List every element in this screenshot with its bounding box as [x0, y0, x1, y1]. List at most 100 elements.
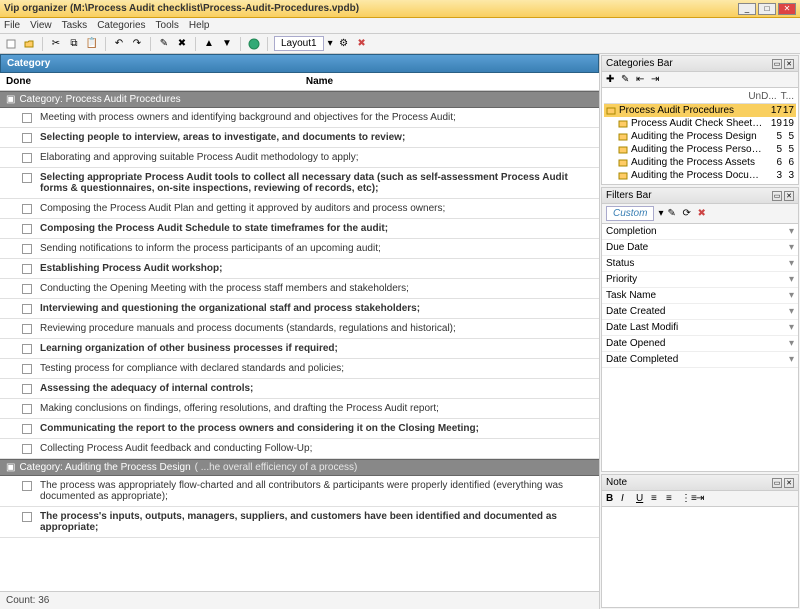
- task-checkbox[interactable]: [22, 244, 32, 254]
- task-row[interactable]: Interviewing and questioning the organiz…: [0, 299, 599, 319]
- task-row[interactable]: The process was appropriately flow-chart…: [0, 476, 599, 507]
- filter-item[interactable]: Priority▾: [602, 272, 798, 288]
- task-checkbox[interactable]: [22, 304, 32, 314]
- filter-delete-icon[interactable]: ✖: [697, 208, 708, 219]
- task-checkbox[interactable]: [22, 444, 32, 454]
- delete-icon[interactable]: ✖: [175, 37, 189, 51]
- task-row[interactable]: Selecting appropriate Process Audit tool…: [0, 168, 599, 199]
- align-center-icon[interactable]: ≡: [666, 493, 677, 504]
- filter-item[interactable]: Date Opened▾: [602, 336, 798, 352]
- task-row[interactable]: Elaborating and approving suitable Proce…: [0, 148, 599, 168]
- italic-icon[interactable]: I: [621, 493, 632, 504]
- chevron-down-icon[interactable]: ▾: [789, 322, 794, 333]
- category-header[interactable]: Category: [0, 54, 599, 73]
- task-list[interactable]: ▣ Category: Process Audit Procedures Mee…: [0, 91, 599, 591]
- task-row[interactable]: The process's inputs, outputs, managers,…: [0, 507, 599, 538]
- outdent-icon[interactable]: ⇤: [636, 74, 647, 85]
- task-checkbox[interactable]: [22, 173, 32, 183]
- bullets-icon[interactable]: ⋮≡: [681, 493, 692, 504]
- category-tree[interactable]: UnD... T... Process Audit Procedures1717…: [602, 88, 798, 184]
- copy-icon[interactable]: ⧉: [67, 37, 81, 51]
- task-row[interactable]: Collecting Process Audit feedback and co…: [0, 439, 599, 459]
- task-checkbox[interactable]: [22, 204, 32, 214]
- layout-dropdown[interactable]: Layout1: [274, 36, 324, 51]
- tree-item[interactable]: Auditing the Process Design55: [604, 130, 796, 143]
- close-icon[interactable]: ✕: [784, 478, 794, 488]
- open-icon[interactable]: [22, 37, 36, 51]
- menu-help[interactable]: Help: [189, 20, 210, 31]
- task-row[interactable]: Making conclusions on findings, offering…: [0, 399, 599, 419]
- task-checkbox[interactable]: [22, 324, 32, 334]
- new-cat-icon[interactable]: ✚: [606, 74, 617, 85]
- task-checkbox[interactable]: [22, 113, 32, 123]
- refresh-icon[interactable]: [247, 37, 261, 51]
- task-checkbox[interactable]: [22, 153, 32, 163]
- task-checkbox[interactable]: [22, 264, 32, 274]
- filter-item[interactable]: Completion▾: [602, 224, 798, 240]
- layout-chevron-icon[interactable]: ▾: [328, 38, 333, 49]
- task-row[interactable]: Establishing Process Audit workshop;: [0, 259, 599, 279]
- menu-view[interactable]: View: [30, 20, 52, 31]
- task-checkbox[interactable]: [22, 424, 32, 434]
- task-row[interactable]: Conducting the Opening Meeting with the …: [0, 279, 599, 299]
- task-row[interactable]: Composing the Process Audit Plan and get…: [0, 199, 599, 219]
- task-row[interactable]: Assessing the adequacy of internal contr…: [0, 379, 599, 399]
- minimize-button[interactable]: _: [738, 3, 756, 15]
- filter-item[interactable]: Status▾: [602, 256, 798, 272]
- task-row[interactable]: Composing the Process Audit Schedule to …: [0, 219, 599, 239]
- align-left-icon[interactable]: ≡: [651, 493, 662, 504]
- tree-item[interactable]: Auditing the Process Assets66: [604, 156, 796, 169]
- group-header-2[interactable]: ▣ Category: Auditing the Process Design …: [0, 459, 599, 476]
- close-button[interactable]: ✕: [778, 3, 796, 15]
- task-row[interactable]: Learning organization of other business …: [0, 339, 599, 359]
- col-done[interactable]: Done: [0, 76, 40, 87]
- tree-item[interactable]: Auditing the Process Documentation33: [604, 169, 796, 182]
- task-checkbox[interactable]: [22, 481, 32, 491]
- task-checkbox[interactable]: [22, 133, 32, 143]
- task-row[interactable]: Meeting with process owners and identify…: [0, 108, 599, 128]
- task-row[interactable]: Selecting people to interview, areas to …: [0, 128, 599, 148]
- filter-clear-icon[interactable]: ⟳: [682, 208, 693, 219]
- filter-item[interactable]: Task Name▾: [602, 288, 798, 304]
- dock-icon[interactable]: ▭: [772, 478, 782, 488]
- indent-icon[interactable]: ⇥: [696, 493, 707, 504]
- chevron-down-icon[interactable]: ▾: [789, 274, 794, 285]
- chevron-down-icon[interactable]: ▾: [789, 338, 794, 349]
- filter-item[interactable]: Due Date▾: [602, 240, 798, 256]
- cut-icon[interactable]: ✂: [49, 37, 63, 51]
- task-checkbox[interactable]: [22, 344, 32, 354]
- group-header-1[interactable]: ▣ Category: Process Audit Procedures: [0, 91, 599, 108]
- task-row[interactable]: Communicating the report to the process …: [0, 419, 599, 439]
- task-checkbox[interactable]: [22, 224, 32, 234]
- paste-icon[interactable]: 📋: [85, 37, 99, 51]
- menu-categories[interactable]: Categories: [97, 20, 145, 31]
- indent-icon[interactable]: ⇥: [651, 74, 662, 85]
- col-total[interactable]: T...: [781, 91, 794, 102]
- new-icon[interactable]: [4, 37, 18, 51]
- chevron-down-icon[interactable]: ▾: [789, 242, 794, 253]
- task-row[interactable]: Sending notifications to inform the proc…: [0, 239, 599, 259]
- dock-icon[interactable]: ▭: [772, 191, 782, 201]
- tree-item[interactable]: Process Audit Check Sheet (inspecting th…: [604, 117, 796, 130]
- chevron-down-icon[interactable]: ▾: [789, 306, 794, 317]
- gear-icon[interactable]: ⚙: [337, 37, 351, 51]
- task-row[interactable]: Reviewing procedure manuals and process …: [0, 319, 599, 339]
- col-undone[interactable]: UnD...: [748, 91, 776, 102]
- filter-tab-custom[interactable]: Custom: [606, 206, 654, 221]
- chevron-down-icon[interactable]: ▾: [789, 290, 794, 301]
- bold-icon[interactable]: B: [606, 493, 617, 504]
- tree-item[interactable]: Auditing the Process Personnel55: [604, 143, 796, 156]
- chevron-down-icon[interactable]: ▾: [789, 354, 794, 365]
- chevron-down-icon[interactable]: ▾: [789, 258, 794, 269]
- movedown-icon[interactable]: ▼: [220, 37, 234, 51]
- filter-apply-icon[interactable]: ✎: [667, 208, 678, 219]
- undo-icon[interactable]: ↶: [112, 37, 126, 51]
- task-checkbox[interactable]: [22, 284, 32, 294]
- task-checkbox[interactable]: [22, 364, 32, 374]
- chevron-down-icon[interactable]: ▾: [789, 226, 794, 237]
- task-checkbox[interactable]: [22, 404, 32, 414]
- close-icon[interactable]: ✕: [784, 59, 794, 69]
- filter-item[interactable]: Date Created▾: [602, 304, 798, 320]
- task-row[interactable]: Testing process for compliance with decl…: [0, 359, 599, 379]
- underline-icon[interactable]: U: [636, 493, 647, 504]
